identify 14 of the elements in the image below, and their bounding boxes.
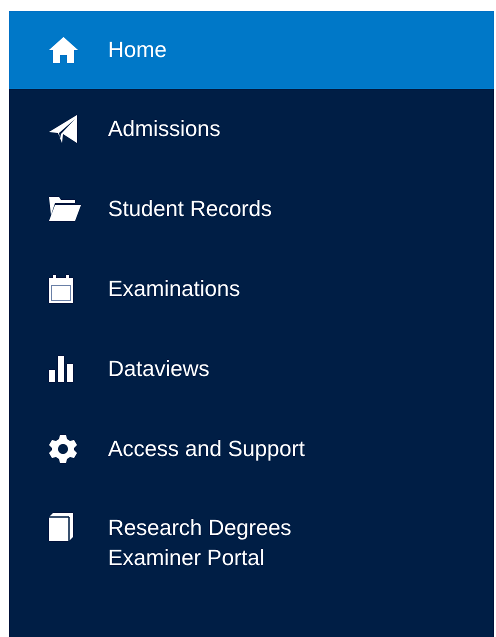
nav-item[interactable]: Dataviews xyxy=(9,329,494,409)
nav-item[interactable]: Access and Support xyxy=(9,409,494,489)
nav-item[interactable]: Research Degrees Examiner Portal xyxy=(9,489,494,597)
bar-chart-icon xyxy=(49,356,73,382)
folder-icon xyxy=(49,197,81,221)
nav-item[interactable]: Home xyxy=(9,11,494,89)
book-icon xyxy=(49,513,73,541)
nav-item[interactable]: Admissions xyxy=(9,89,494,169)
nav-item[interactable]: Student Records xyxy=(9,169,494,249)
nav-item[interactable]: Examinations xyxy=(9,249,494,329)
calendar-icon xyxy=(49,275,73,303)
paper-plane-icon xyxy=(49,115,77,143)
home-icon xyxy=(49,37,78,63)
settings-icon xyxy=(49,435,77,463)
